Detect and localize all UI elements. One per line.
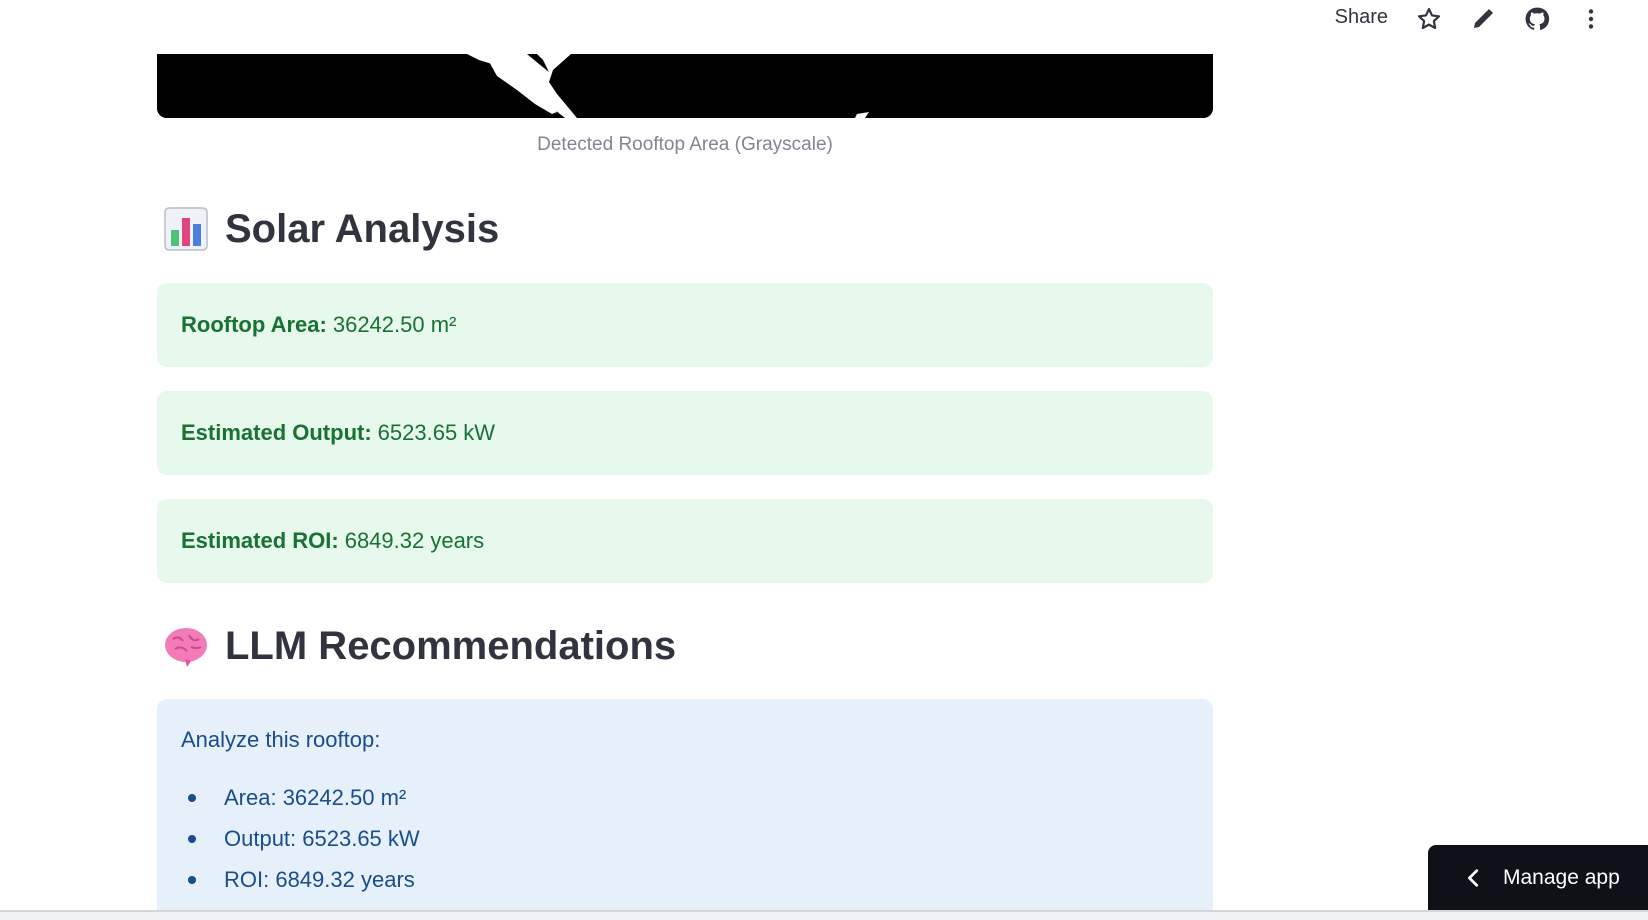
metric-label: Estimated ROI: <box>181 528 339 553</box>
info-list: Area: 36242.50 m² Output: 6523.65 kW ROI… <box>181 777 1189 900</box>
bar-chart-emoji <box>163 206 209 252</box>
github-icon[interactable] <box>1523 5 1551 33</box>
info-intro: Analyze this rooftop: <box>181 727 381 752</box>
image-caption: Detected Rooftop Area (Grayscale) <box>537 134 833 155</box>
list-item: Output: 6523.65 kW <box>181 818 1189 859</box>
metric-label: Rooftop Area: <box>181 312 327 337</box>
solar-analysis-heading: Solar Analysis <box>163 206 499 252</box>
metric-value: 6849.32 years <box>344 528 485 553</box>
section-title: LLM Recommendations <box>225 623 677 668</box>
chevron-left-icon <box>1463 867 1485 889</box>
share-button[interactable]: Share <box>1335 6 1388 29</box>
section-title: Solar Analysis <box>225 206 500 251</box>
bottom-strip <box>0 912 1648 920</box>
brain-emoji <box>163 623 209 669</box>
manage-app-button[interactable]: Manage app <box>1428 845 1648 910</box>
more-vert-icon[interactable] <box>1577 5 1605 33</box>
pencil-icon[interactable] <box>1469 5 1497 33</box>
metric-value: 6523.65 kW <box>377 420 496 445</box>
rooftop-mask-image <box>157 54 1213 118</box>
estimated-roi-alert: Estimated ROI: 6849.32 years <box>157 499 1213 583</box>
rooftop-area-alert: Rooftop Area: 36242.50 m² <box>157 283 1213 367</box>
metric-value: 36242.50 m² <box>332 312 457 337</box>
estimated-output-alert: Estimated Output: 6523.65 kW <box>157 391 1213 475</box>
app-page: Share Detected Rooftop Area (Grayscale) <box>0 0 1648 920</box>
manage-app-label: Manage app <box>1503 865 1620 889</box>
star-icon[interactable] <box>1415 5 1443 33</box>
llm-info-box: Analyze this rooftop: Area: 36242.50 m² … <box>157 699 1213 920</box>
metric-label: Estimated Output: <box>181 420 372 445</box>
list-item: ROI: 6849.32 years <box>181 859 1189 900</box>
list-item: Area: 36242.50 m² <box>181 777 1189 818</box>
llm-recommendations-heading: LLM Recommendations <box>163 623 676 669</box>
